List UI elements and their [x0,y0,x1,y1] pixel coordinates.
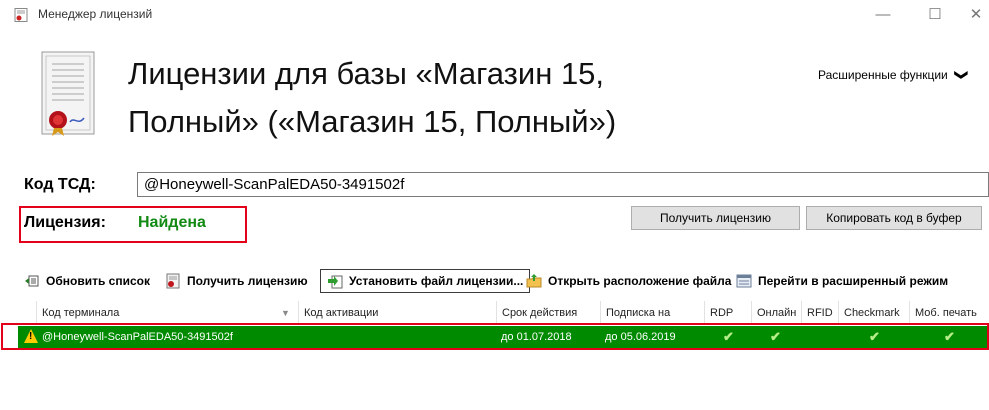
column-header-valid-until[interactable]: Срок действия [496,301,600,325]
column-header-indicator [18,301,36,325]
toolbar-get-license-label: Получить лицензию [187,274,308,288]
page-title: Лицензии для базы «Магазин 15, Полный» (… [128,56,617,139]
tsd-code-label: Код ТСД: [24,176,96,193]
license-label: Лицензия: [24,214,106,231]
selected-row-highlight [1,323,989,350]
column-header-subscription[interactable]: Подписка на [600,301,704,325]
copy-code-button[interactable]: Копировать код в буфер [806,206,982,230]
close-button[interactable]: ✕ [966,6,986,24]
maximize-button[interactable]: ☐ [925,6,945,24]
table-header: Код терминала ▼ Код активации Срок дейст… [18,301,989,325]
column-header-rfid[interactable]: RFID [801,301,838,325]
refresh-list-label: Обновить список [46,274,150,288]
toolbar-get-license-button[interactable]: Получить лицензию [165,268,308,294]
title-bar: Менеджер лицензий — ☐ ✕ [0,0,989,30]
toolbar: Обновить список Получить лицензию Устано… [18,268,989,294]
advanced-mode-button[interactable]: Перейти в расширенный режим [736,268,948,294]
install-file-icon [328,275,343,289]
column-header-checkmark[interactable]: Checkmark [838,301,909,325]
minimize-button[interactable]: — [873,6,893,24]
install-license-file-label: Установить файл лицензии... [349,274,524,288]
open-file-location-button[interactable]: Открыть расположение файла [526,268,731,294]
license-status: Найдена [138,214,206,231]
open-file-location-label: Открыть расположение файла [548,274,732,288]
advanced-mode-label: Перейти в расширенный режим [758,274,949,288]
extended-functions-menu[interactable]: Расширенные функции ❯ [818,67,970,83]
app-icon [14,8,28,22]
refresh-icon [25,275,39,287]
column-header-mobile-print[interactable]: Моб. печать [909,301,989,325]
column-header-online[interactable]: Онлайн [751,301,801,325]
column-header-rdp[interactable]: RDP [704,301,751,325]
license-document-icon [41,51,95,136]
license-icon [166,273,180,289]
column-header-terminal[interactable]: Код терминала [36,301,298,325]
install-license-file-button[interactable]: Установить файл лицензии... [320,269,531,293]
sort-down-icon: ▼ [281,308,290,318]
advanced-mode-icon [736,274,752,288]
license-table: Код терминала ▼ Код активации Срок дейст… [18,301,989,410]
extended-functions-label: Расширенные функции [818,68,948,82]
get-license-button[interactable]: Получить лицензию [631,206,800,230]
folder-icon [526,274,542,288]
tsd-code-field[interactable]: @Honeywell-ScanPalEDA50-3491502f [137,172,989,197]
refresh-list-button[interactable]: Обновить список [24,268,150,294]
window-title: Менеджер лицензий [38,7,153,21]
chevron-down-icon: ❯ [954,69,970,81]
column-header-activation[interactable]: Код активации [298,301,496,325]
